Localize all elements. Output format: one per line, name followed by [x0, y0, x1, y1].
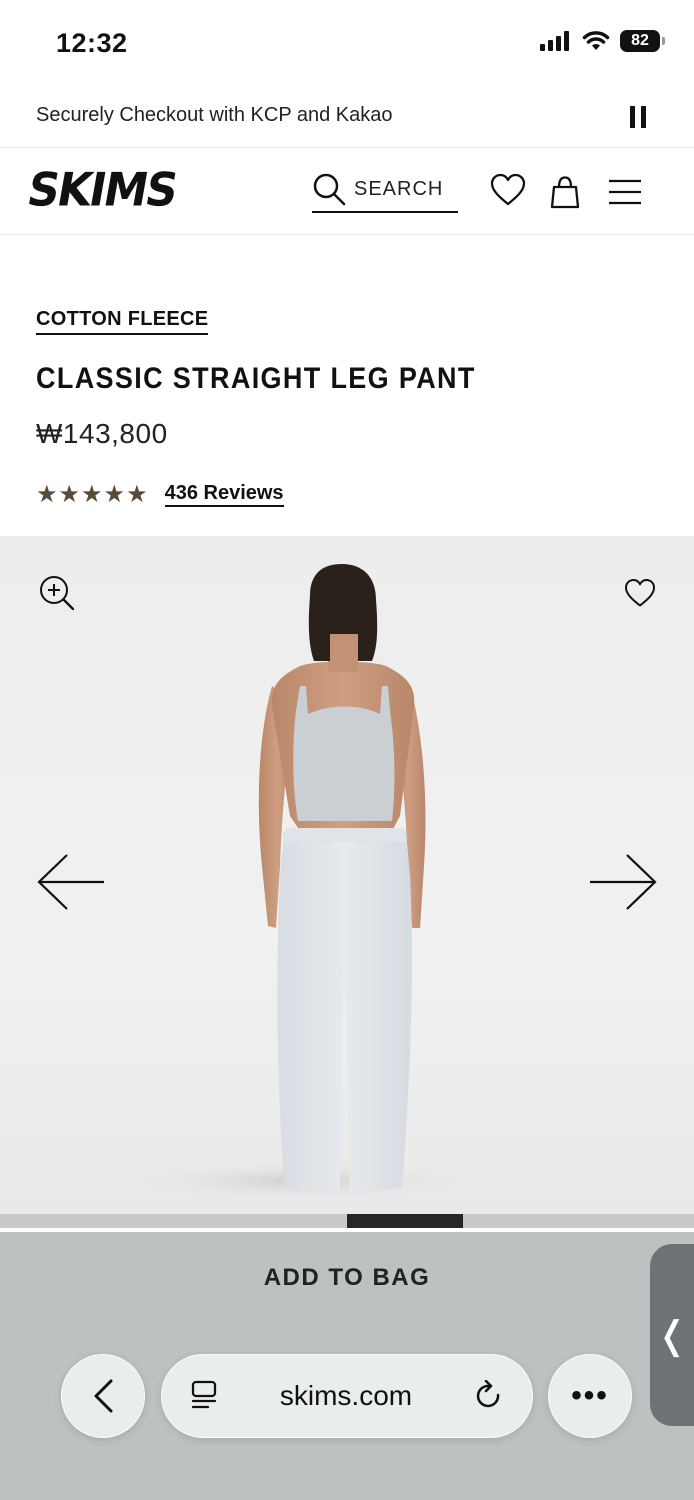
rating-stars: ★★★★★ [36, 481, 149, 508]
product-title: CLASSIC STRAIGHT LEG PANT [36, 362, 476, 395]
pause-icon[interactable] [630, 106, 650, 128]
collection-link[interactable]: COTTON FLEECE [36, 308, 209, 335]
browser-address-bar[interactable]: skims.com [161, 1354, 533, 1438]
status-time: 12:32 [56, 28, 128, 58]
favorite-heart-icon[interactable] [624, 578, 656, 608]
product-rating: ★★★★★ 436 Reviews [36, 480, 284, 509]
previous-image-arrow-icon[interactable] [36, 852, 106, 912]
side-tab-chevron-icon: ❬ [656, 1314, 688, 1357]
reviews-link[interactable]: 436 Reviews [164, 482, 284, 507]
browser-back-button[interactable] [61, 1354, 145, 1438]
gallery-progress-indicator [347, 1214, 463, 1228]
add-to-bag-button[interactable]: ADD TO BAG [0, 1264, 694, 1292]
reload-icon[interactable] [474, 1380, 504, 1412]
next-image-arrow-icon[interactable] [588, 852, 658, 912]
status-icons: 82 [540, 30, 665, 52]
more-icon: ••• [571, 1379, 609, 1412]
url-text: skims.com [279, 1380, 413, 1411]
product-price: ₩143,800 [36, 418, 168, 449]
search-button[interactable]: SEARCH [312, 167, 458, 213]
shopping-bag-icon[interactable] [548, 175, 582, 209]
wifi-icon [582, 31, 610, 50]
announcement-text: Securely Checkout with KCP and Kakao [36, 104, 393, 126]
bottom-bar: ADD TO BAG ❬ skims.com ••• [0, 1232, 694, 1500]
gallery-progress-bar [0, 1214, 694, 1228]
zoom-in-icon[interactable] [38, 574, 76, 612]
product-image-gallery[interactable] [0, 536, 694, 1214]
site-header: SKIMS SEARCH [0, 149, 694, 235]
battery-icon: 82 [620, 30, 665, 52]
announcement-bar: Securely Checkout with KCP and Kakao [0, 84, 694, 148]
brand-logo[interactable]: SKIMS [23, 164, 180, 218]
browser-more-button[interactable]: ••• [548, 1354, 632, 1438]
menu-icon[interactable] [608, 179, 642, 205]
reader-mode-icon[interactable] [190, 1380, 218, 1412]
signal-icon [540, 31, 569, 51]
battery-level: 82 [631, 32, 649, 49]
search-label: SEARCH [354, 177, 444, 200]
wishlist-heart-icon[interactable] [490, 173, 526, 207]
side-drawer-tab[interactable]: ❬ [650, 1244, 694, 1426]
search-icon [313, 173, 346, 206]
chevron-left-icon [94, 1379, 113, 1413]
status-bar: 12:32 82 [0, 0, 694, 84]
